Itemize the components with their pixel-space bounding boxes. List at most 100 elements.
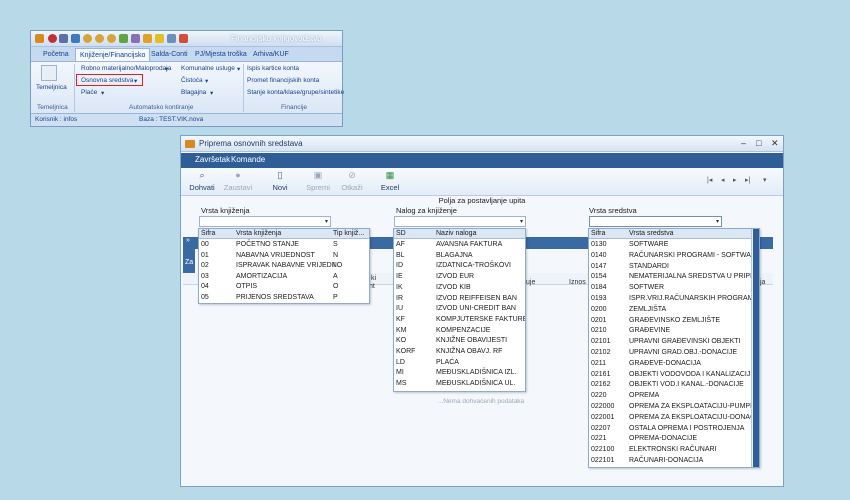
chevron-down-icon[interactable]: ▾ [210, 89, 213, 97]
list-item[interactable]: 02161 OBJEKTI VODOVODA I KANALIZACIJE [589, 370, 759, 381]
ispis-kartice-button[interactable]: Ispis kartice konta [247, 65, 299, 72]
quick-access-icon[interactable] [167, 34, 176, 43]
minimize-icon[interactable]: – [741, 138, 746, 148]
list-item[interactable]: KO KNJIŽNE OBAVIJESTI [394, 336, 525, 347]
temeljnica-icon[interactable] [41, 65, 57, 81]
list-item[interactable]: AF AVANSNA FAKTURA [394, 240, 525, 251]
list-item[interactable]: 02102 UPRAVNI GRAD.OBJ.-DONACIJE [589, 348, 759, 359]
menu-komande[interactable]: Komande [231, 155, 265, 164]
col-tip-knjizenja[interactable]: Tip knjiž... [333, 230, 364, 237]
nalog-combo[interactable]: ▾ [394, 216, 526, 227]
stanje-konta-button[interactable]: Stanje konta/klase/grupe/sintetike [247, 89, 344, 96]
scrollbar-thumb[interactable] [753, 229, 759, 467]
list-item[interactable]: MI MEĐUSKLADIŠNICA IZL. [394, 368, 525, 379]
close-icon[interactable]: ✕ [771, 138, 779, 149]
list-item[interactable]: 00 POČETNO STANJE S [199, 240, 369, 251]
chevron-down-icon[interactable]: ▾ [520, 218, 523, 225]
zaustavi-button[interactable]: ● Zaustavi [221, 170, 255, 194]
vrsta-knjizenja-combo[interactable]: ▾ [199, 216, 331, 227]
app-icon[interactable] [35, 34, 44, 43]
list-item[interactable]: 0147 STANDARDI [589, 262, 759, 273]
tab-pocetna[interactable]: Početna [39, 48, 73, 61]
list-item[interactable]: 02207 OSTALA OPREMA I POSTROJENJA [589, 424, 759, 435]
list-item[interactable]: ID IZDATNICA-TROŠKOVI [394, 261, 525, 272]
quick-access-icon[interactable] [131, 34, 140, 43]
list-item[interactable]: 0210 GRAĐEVINE [589, 326, 759, 337]
tab-pj-mjesta-troska[interactable]: PJ/Mjesta troška [191, 48, 251, 61]
list-item[interactable]: 022000 OPREMA ZA EKSPLOATACIJU-PUMPE [589, 402, 759, 413]
maximize-icon[interactable]: □ [756, 138, 761, 148]
col-sifra[interactable]: Šifra [591, 230, 605, 237]
nav-more-icon[interactable]: ▾ [763, 176, 767, 184]
promet-konta-button[interactable]: Promet financijskih konta [247, 77, 319, 84]
blagajna-menu[interactable]: Blagajna [181, 89, 206, 96]
tab-salda-conti[interactable]: Salda-Conti [147, 48, 192, 61]
list-item[interactable]: 02 ISPRAVAK NABAVNE VRIJEDNO I [199, 261, 369, 272]
list-item[interactable]: 0193 ISPR.VRIJ.RAČUNARSKIH PROGRAMA [589, 294, 759, 305]
vrsta-knjizenja-list[interactable]: Šifra Vrsta knjiženja Tip knjiž... 00 POČ… [198, 228, 370, 304]
list-item[interactable]: IR IZVOD REIFFEISEN BAN [394, 294, 525, 305]
nalog-list[interactable]: ŠD Naziv naloga AF AVANSNA FAKTURA BL BLAGA… [393, 228, 526, 392]
chevron-down-icon[interactable]: ▾ [205, 77, 208, 85]
list-item[interactable]: 02101 UPRAVNI GRAĐEVINSKI OBJEKTI [589, 337, 759, 348]
list-scrollbar[interactable] [751, 229, 759, 467]
quick-access-icon[interactable] [143, 34, 152, 43]
nav-last-icon[interactable]: ▸| [745, 176, 750, 184]
list-item[interactable]: KM KOMPENZACIJE [394, 326, 525, 337]
list-item[interactable]: 0130 SOFTWARE [589, 240, 759, 251]
list-item[interactable]: MS MEĐUSKLADIŠNICA UL. [394, 379, 525, 390]
chevron-down-icon[interactable]: ▾ [101, 89, 104, 97]
quick-access-icon[interactable] [48, 34, 57, 43]
list-item[interactable]: KORF KNJIŽNA OBAVJ. RF [394, 347, 525, 358]
nav-first-icon[interactable]: |◂ [707, 176, 712, 184]
list-item[interactable]: 04 OTPIS O [199, 282, 369, 293]
list-item[interactable]: 02162 OBJEKTI VOD.I KANAL.-DONACIJE [589, 380, 759, 391]
quick-access-icon[interactable] [119, 34, 128, 43]
list-item[interactable]: 0200 ZEMLJIŠTA [589, 305, 759, 316]
dohvati-button[interactable]: ⌕ Dohvati [185, 170, 219, 194]
chevron-down-icon[interactable]: ▾ [165, 65, 168, 73]
col-sifra[interactable]: Šifra [201, 230, 215, 237]
robno-menu[interactable]: Robno materijalno/Maloprodaja [81, 65, 171, 72]
col-sd[interactable]: ŠD [396, 230, 406, 237]
user-icon[interactable] [107, 34, 116, 43]
list-item[interactable]: 0154 NEMATERIJALNA SREDSTVA U PRIPREM [589, 272, 759, 283]
list-item[interactable]: BL BLAGAJNA [394, 251, 525, 262]
col-vrsta-sredstva[interactable]: Vrsta sredstva [629, 230, 673, 237]
menu-zavrsetak[interactable]: Završetak [195, 155, 230, 164]
list-item[interactable]: 022100 ELEKTRONSKI RAČUNARI [589, 445, 759, 456]
cistoca-menu[interactable]: Čistoća [181, 77, 203, 84]
list-item[interactable]: 0140 RAČUNARSKI PROGRAMI - SOFTWARE [589, 251, 759, 262]
grid-expander[interactable]: » [186, 237, 190, 244]
temeljnica-button[interactable]: Temeljnica [36, 84, 67, 91]
komunalne-menu[interactable]: Komunalne usluge [181, 65, 235, 72]
vrsta-sredstva-combo[interactable]: ▾ [589, 216, 722, 227]
nav-prev-icon[interactable]: ◂ [721, 176, 725, 184]
list-item[interactable]: 0184 SOFTWER [589, 283, 759, 294]
chevron-down-icon[interactable]: ▾ [237, 65, 240, 73]
folder-icon[interactable] [155, 34, 164, 43]
spremi-button[interactable]: ▣ Spremi [301, 170, 335, 194]
user-icon[interactable] [95, 34, 104, 43]
list-item[interactable]: IE IZVOD EUR [394, 272, 525, 283]
tab-knjizenje[interactable]: Knjiženje/Financijsko [75, 48, 151, 61]
list-item[interactable]: 022001 OPREMA ZA EKSPLOATACIJU-DONACIJA [589, 413, 759, 424]
novi-button[interactable]: ▯ Novi [263, 170, 297, 194]
otkazi-button[interactable]: ⊘ Otkaži [335, 170, 369, 194]
col-naziv-naloga[interactable]: Naziv naloga [436, 230, 476, 237]
list-item[interactable]: 01 NABAVNA VRIJEDNOST N [199, 251, 369, 262]
quick-access-icon[interactable] [71, 34, 80, 43]
chevron-down-icon[interactable]: ▾ [325, 218, 328, 225]
list-item[interactable]: 0201 GRAĐEVINSKO ZEMLJIŠTE [589, 316, 759, 327]
vrsta-sredstva-list[interactable]: Šifra Vrsta sredstva 0130 SOFTWARE 0140 RAČ… [588, 228, 760, 468]
list-item[interactable]: IU IZVOD UNI-CREDIT BAN [394, 304, 525, 315]
list-item[interactable]: 0221 OPREMA-DONACIJE [589, 434, 759, 445]
col-vrsta-knjizenja[interactable]: Vrsta knjiženja [236, 230, 281, 237]
list-item[interactable]: 022101 RAČUNARI-DONACIJA [589, 456, 759, 467]
list-item[interactable]: 03 AMORTIZACIJA A [199, 272, 369, 283]
quick-access-icon[interactable] [179, 34, 188, 43]
list-item[interactable]: LD PLAĆA [394, 358, 525, 369]
quick-access-icon[interactable] [59, 34, 68, 43]
user-icon[interactable] [83, 34, 92, 43]
list-item[interactable]: 0211 GRAĐEVE-DONACIJA [589, 359, 759, 370]
